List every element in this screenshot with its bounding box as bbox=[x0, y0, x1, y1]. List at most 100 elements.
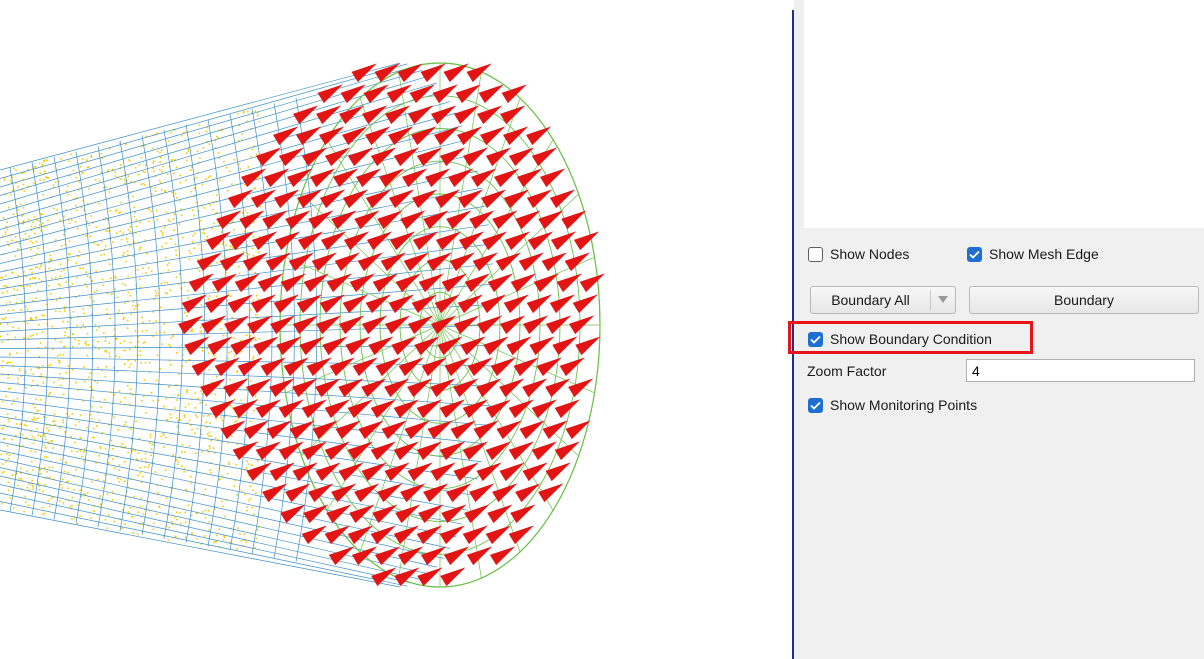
boundary-arrow bbox=[303, 504, 329, 524]
mesh-node bbox=[44, 467, 46, 469]
mesh-node bbox=[208, 414, 210, 416]
mesh-node bbox=[130, 428, 132, 430]
boundary-arrow bbox=[432, 84, 458, 104]
mesh-node bbox=[30, 257, 33, 260]
boundary-arrow bbox=[554, 399, 580, 419]
mesh-node bbox=[75, 204, 77, 207]
mesh-node bbox=[244, 493, 246, 496]
mesh-node bbox=[37, 409, 40, 412]
mesh-node bbox=[11, 403, 13, 405]
mesh-node bbox=[12, 213, 15, 215]
mesh-node bbox=[108, 455, 111, 457]
mesh-node bbox=[16, 289, 19, 291]
mesh-node bbox=[39, 172, 41, 174]
3d-viewport[interactable] bbox=[0, 0, 790, 659]
mesh-node bbox=[198, 270, 201, 272]
mesh-node bbox=[83, 447, 86, 450]
boundary-arrow bbox=[490, 357, 516, 377]
mesh-node bbox=[129, 388, 132, 390]
boundary-arrow bbox=[420, 63, 446, 83]
mesh-node bbox=[82, 324, 85, 326]
mesh-node bbox=[165, 211, 168, 214]
mesh-node bbox=[208, 529, 210, 531]
boundary-arrow bbox=[411, 189, 438, 209]
mesh-node bbox=[156, 132, 158, 134]
mesh-node bbox=[102, 284, 104, 286]
show-monitoring-points-checkbox[interactable]: Show Monitoring Points bbox=[808, 397, 977, 413]
show-mesh-edge-checkbox[interactable]: Show Mesh Edge bbox=[967, 246, 1099, 262]
checkmark-icon bbox=[808, 397, 823, 413]
mesh-node bbox=[27, 350, 29, 352]
mesh-node bbox=[204, 516, 207, 519]
boundary-arrow bbox=[266, 420, 292, 440]
boundary-arrow bbox=[489, 546, 516, 566]
boundary-arrow bbox=[518, 252, 544, 272]
mesh-node bbox=[127, 385, 129, 387]
checkmark-icon bbox=[967, 246, 982, 262]
mesh-node bbox=[187, 297, 189, 299]
mesh-node bbox=[68, 222, 71, 224]
mesh-node bbox=[58, 361, 61, 364]
mesh-node bbox=[91, 405, 93, 408]
boundary-arrow bbox=[306, 357, 332, 377]
mesh-node bbox=[47, 284, 50, 287]
show-nodes-checkbox[interactable]: Show Nodes bbox=[808, 246, 909, 262]
mesh-node bbox=[175, 459, 178, 461]
mesh-node bbox=[106, 292, 109, 295]
mesh-node bbox=[139, 246, 142, 248]
mesh-node bbox=[168, 262, 171, 264]
mesh-node bbox=[63, 310, 66, 312]
mesh-node bbox=[61, 487, 63, 489]
boundary-button[interactable]: Boundary bbox=[969, 286, 1199, 314]
mesh-node bbox=[189, 169, 192, 171]
mesh-node bbox=[170, 131, 172, 134]
mesh-node bbox=[130, 341, 132, 344]
boundary-arrow bbox=[280, 504, 306, 524]
mesh-node bbox=[63, 470, 66, 473]
show-nodes-label: Show Nodes bbox=[830, 246, 910, 262]
mesh-node bbox=[94, 179, 97, 181]
mesh-node bbox=[127, 275, 129, 278]
mesh-node bbox=[7, 418, 10, 421]
boundary-arrow bbox=[504, 231, 531, 251]
mesh-node bbox=[259, 205, 262, 208]
boundary-select[interactable]: Boundary All bbox=[810, 286, 956, 314]
mesh-node bbox=[194, 232, 196, 235]
mesh-node bbox=[17, 484, 19, 487]
mesh-node bbox=[181, 465, 183, 468]
boundary-arrow bbox=[384, 378, 410, 398]
mesh-node bbox=[53, 207, 55, 210]
mesh-node bbox=[201, 511, 204, 513]
mesh-node bbox=[63, 269, 65, 271]
mesh-node bbox=[186, 315, 188, 317]
mesh-node bbox=[77, 340, 80, 342]
zoom-factor-input[interactable] bbox=[966, 359, 1195, 382]
mesh-node bbox=[184, 406, 187, 408]
mesh-node bbox=[14, 255, 17, 257]
mesh-node bbox=[150, 448, 153, 451]
mesh-node bbox=[91, 480, 93, 483]
mesh-node bbox=[195, 452, 197, 454]
boundary-arrow bbox=[499, 462, 525, 482]
mesh-node bbox=[249, 420, 251, 422]
mesh-node bbox=[124, 523, 126, 526]
mesh-node bbox=[187, 289, 189, 292]
mesh-node bbox=[74, 424, 77, 426]
mesh-node bbox=[174, 407, 176, 409]
mesh-node bbox=[191, 531, 193, 534]
mesh-node bbox=[93, 242, 96, 244]
chevron-down-icon[interactable] bbox=[931, 296, 955, 304]
mesh-node bbox=[228, 463, 230, 466]
mesh-node bbox=[16, 397, 19, 400]
mesh-node bbox=[71, 333, 74, 335]
mesh-node bbox=[160, 156, 162, 159]
mesh-node bbox=[183, 470, 185, 473]
mesh-node bbox=[8, 420, 11, 423]
mesh-node bbox=[76, 276, 78, 279]
mesh-node bbox=[40, 472, 42, 475]
mesh-node bbox=[8, 457, 10, 460]
boundary-arrow bbox=[443, 546, 470, 566]
mesh-node bbox=[9, 354, 11, 356]
mesh-node bbox=[252, 235, 255, 238]
mesh-node bbox=[236, 371, 238, 373]
